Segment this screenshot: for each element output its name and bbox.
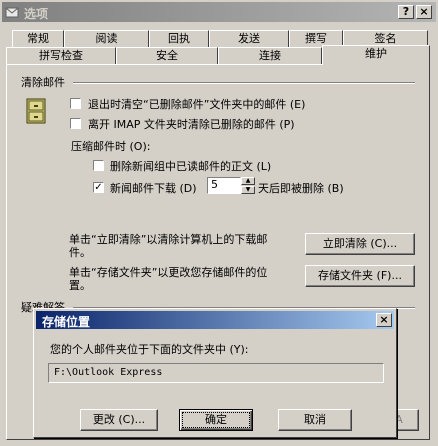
options-window: 选项 ? × 常规 阅读 回执 发送 撰写 签名 拼写检查 安全 连接 维护 清… bbox=[0, 0, 438, 446]
cabinet-icon bbox=[26, 98, 46, 124]
tab-maintenance[interactable]: 维护 bbox=[322, 45, 430, 65]
tab-read[interactable]: 阅读 bbox=[64, 30, 149, 48]
dialog-title: 存储位置 bbox=[42, 315, 91, 329]
change-button[interactable]: 更改 (C)... bbox=[80, 409, 158, 431]
purge-imap-label: 离开 IMAP 文件夹时清除已删除的邮件 (P) bbox=[88, 118, 295, 131]
dialog-close-button[interactable]: × bbox=[376, 313, 392, 327]
delete-read-bodies-label: 删除新闻组中已读邮件的正文 (L) bbox=[110, 160, 272, 173]
tab-general[interactable]: 常规 bbox=[12, 30, 64, 48]
tab-connection[interactable]: 连接 bbox=[218, 47, 322, 65]
purge-imap-checkbox[interactable] bbox=[70, 118, 81, 129]
compact-label: 压缩邮件时 (O): bbox=[71, 140, 151, 153]
ok-button[interactable]: 确定 bbox=[179, 409, 253, 431]
clean-now-button[interactable]: 立即清除 (C)... bbox=[305, 233, 415, 255]
tab-send[interactable]: 发送 bbox=[209, 30, 289, 48]
tab-receipts[interactable]: 回执 bbox=[149, 30, 209, 48]
clean-now-desc: 单击“立即清除”以清除计算机上的下载邮件。 bbox=[69, 233, 268, 259]
days-input[interactable]: 5 bbox=[207, 177, 241, 194]
dialog-title-bar: 存储位置 × bbox=[36, 311, 394, 329]
close-button[interactable]: × bbox=[416, 5, 432, 19]
days-suffix-label: 天后即被删除 (B) bbox=[258, 182, 344, 195]
title-bar: 选项 ? × bbox=[2, 2, 436, 22]
tab-security[interactable]: 安全 bbox=[116, 47, 218, 65]
group-divider bbox=[73, 82, 415, 84]
news-download-checkbox[interactable]: ✓ bbox=[93, 182, 104, 193]
spin-down-button[interactable]: ▼ bbox=[241, 186, 255, 194]
clean-group-title: 清除邮件 bbox=[21, 76, 65, 89]
empty-deleted-label: 退出时清空“已删除邮件”文件夹中的邮件 (E) bbox=[88, 98, 306, 111]
store-folder-button[interactable]: 存储文件夹 (F)... bbox=[305, 265, 415, 287]
folder-location-label: 您的个人邮件夹位于下面的文件夹中 (Y): bbox=[50, 343, 249, 356]
news-download-label: 新闻邮件下载 (D) bbox=[110, 182, 197, 195]
folder-path-field[interactable]: F:\Outlook Express bbox=[48, 363, 384, 383]
cancel-button[interactable]: 取消 bbox=[278, 409, 352, 431]
help-button[interactable]: ? bbox=[398, 5, 414, 19]
delete-read-bodies-checkbox[interactable] bbox=[93, 160, 104, 171]
storage-location-dialog: 存储位置 × 您的个人邮件夹位于下面的文件夹中 (Y): F:\Outlook … bbox=[33, 308, 397, 438]
spin-up-button[interactable]: ▲ bbox=[241, 177, 255, 185]
empty-deleted-checkbox[interactable] bbox=[70, 98, 81, 109]
store-folder-desc: 单击“存储文件夹”以更改您存储邮件的位置。 bbox=[69, 266, 268, 292]
outlook-app-icon bbox=[5, 7, 19, 18]
tab-spelling[interactable]: 拼写检查 bbox=[6, 47, 116, 65]
window-title: 选项 bbox=[24, 7, 49, 21]
